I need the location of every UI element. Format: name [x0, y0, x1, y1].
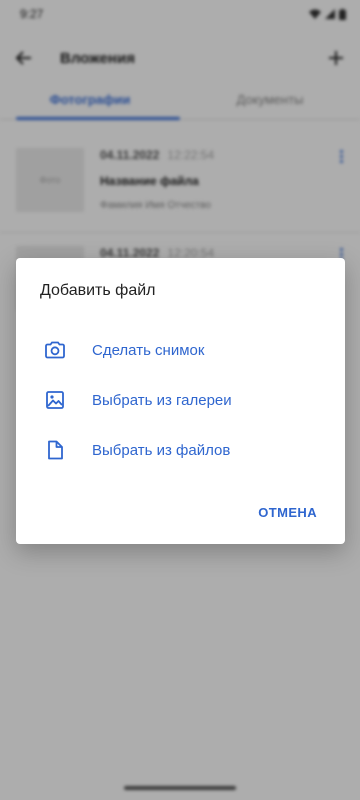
take-photo-label: Сделать снимок	[92, 341, 205, 359]
gallery-label: Выбрать из галереи	[92, 391, 232, 409]
image-icon	[43, 388, 67, 412]
cancel-button[interactable]: ОТМЕНА	[258, 505, 317, 520]
gallery-option[interactable]: Выбрать из галереи	[16, 380, 345, 420]
files-label: Выбрать из файлов	[92, 441, 231, 459]
dialog-title: Добавить файл	[40, 282, 156, 299]
add-file-dialog: Добавить файл Сделать снимок Выбрать из …	[16, 258, 345, 544]
camera-icon	[43, 338, 67, 362]
files-option[interactable]: Выбрать из файлов	[16, 430, 345, 470]
take-photo-option[interactable]: Сделать снимок	[16, 330, 345, 370]
file-icon	[43, 438, 67, 462]
